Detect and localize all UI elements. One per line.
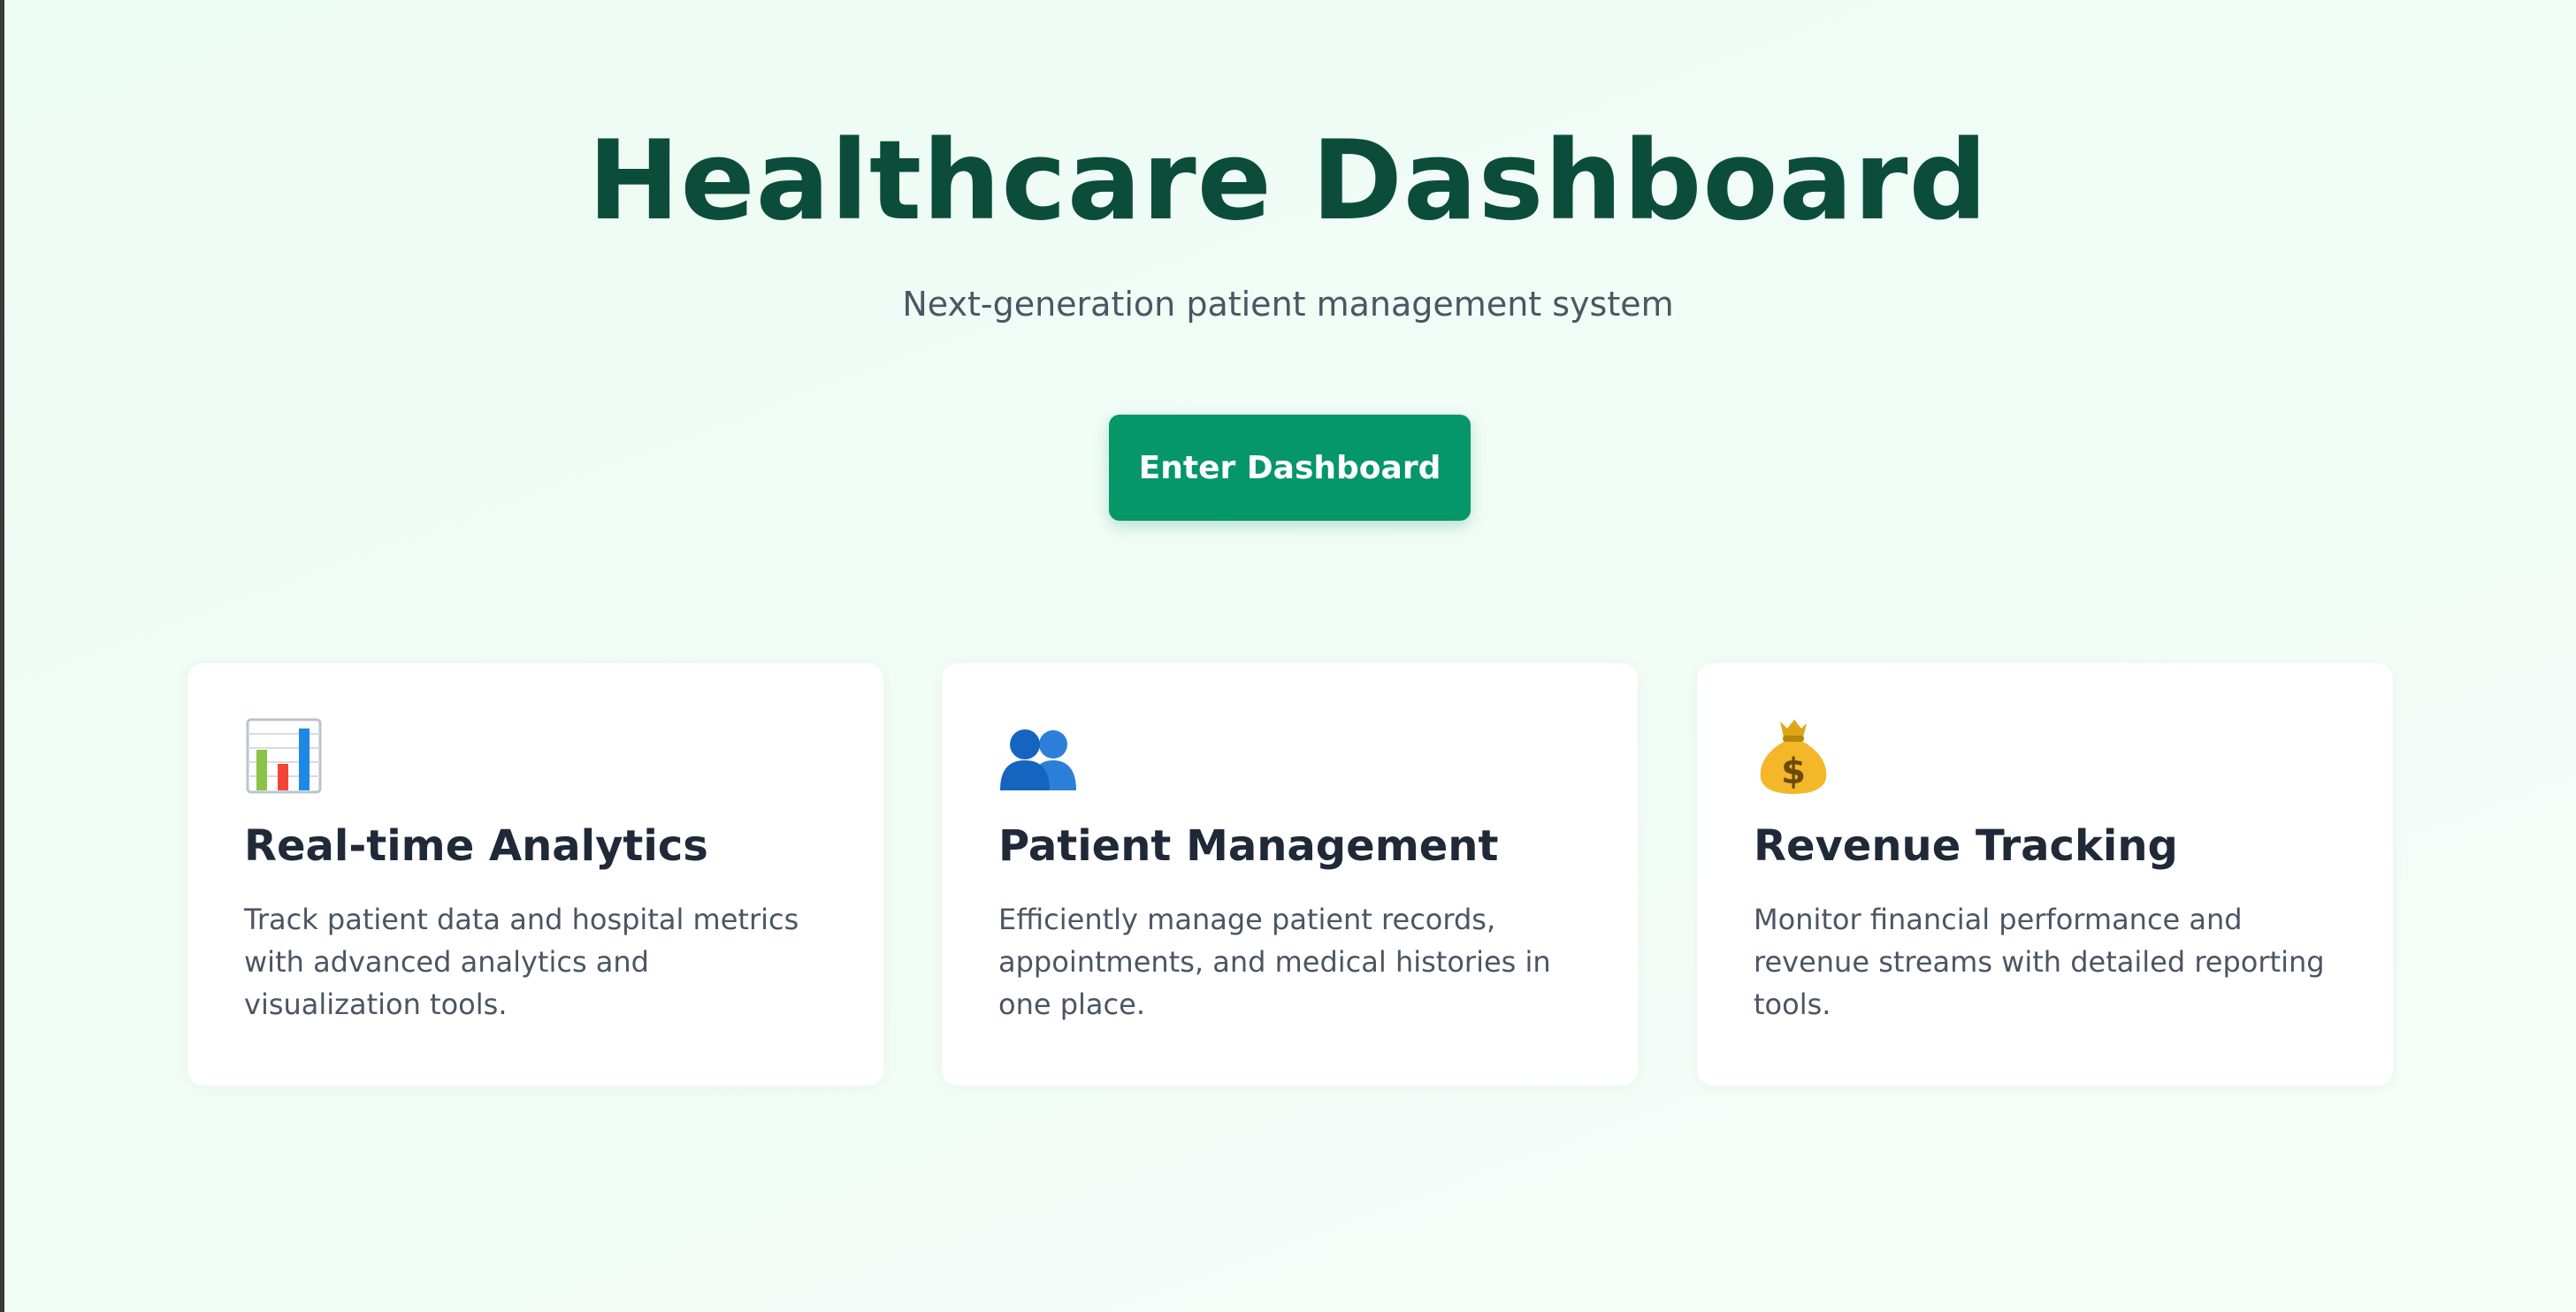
- feature-title: Real-time Analytics: [244, 821, 708, 871]
- page-title: Healthcare Dashboard: [587, 118, 1989, 245]
- page-subtitle: Next-generation patient management syste…: [902, 285, 1674, 324]
- users-icon: [998, 716, 1078, 796]
- feature-cards: Real-time Analytics Track patient data a…: [187, 663, 2394, 1086]
- feature-card-revenue: $ Revenue Tracking Monitor financial per…: [1697, 663, 2393, 1086]
- feature-card-patients: Patient Management Efficiently manage pa…: [942, 663, 1638, 1086]
- money-bag-icon: $: [1754, 716, 1833, 796]
- feature-description: Efficiently manage patient records, appo…: [998, 903, 1551, 1021]
- feature-title: Revenue Tracking: [1754, 821, 2178, 871]
- feature-description: Monitor financial performance and revenu…: [1754, 903, 2325, 1021]
- feature-card-analytics: Real-time Analytics Track patient data a…: [187, 663, 883, 1086]
- enter-dashboard-button[interactable]: Enter Dashboard: [1109, 415, 1471, 521]
- feature-title: Patient Management: [998, 821, 1499, 871]
- bar-chart-icon: [244, 716, 324, 796]
- svg-text:$: $: [1781, 751, 1806, 792]
- feature-description: Track patient data and hospital metrics …: [244, 903, 799, 1021]
